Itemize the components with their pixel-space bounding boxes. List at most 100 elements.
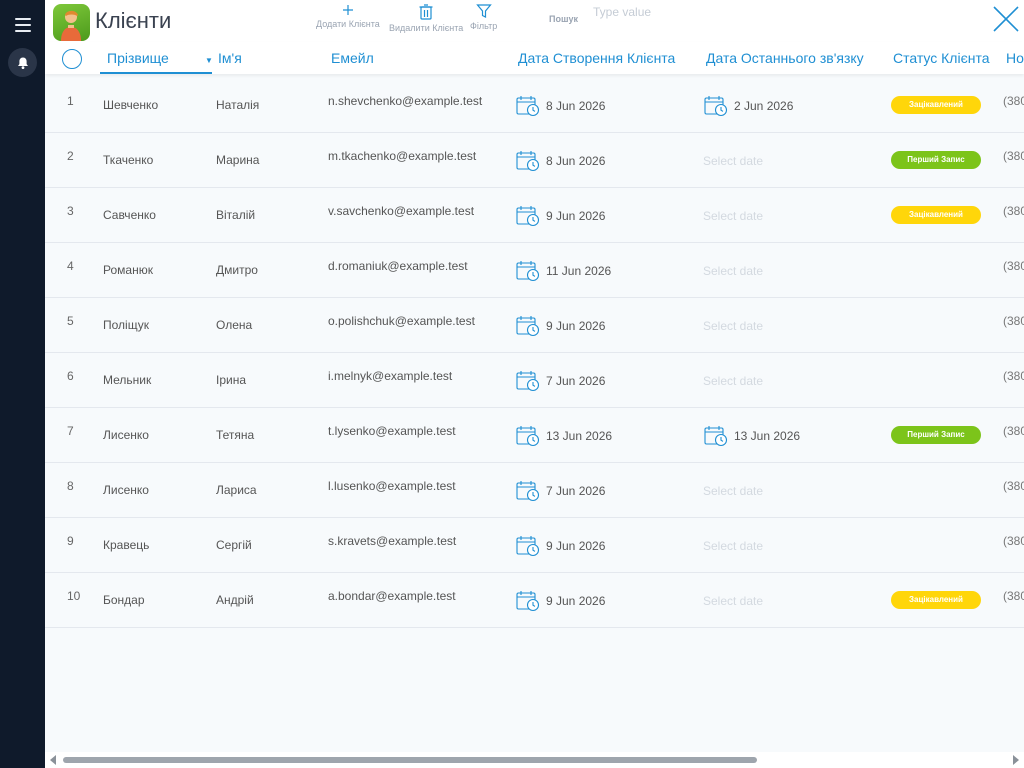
calendar-clock-icon[interactable] [704,425,728,447]
phone-cell: (380 [1003,149,1024,163]
filter-icon [475,4,492,18]
scrollbar-thumb[interactable] [63,757,757,763]
table-row[interactable]: 3 Савченко Віталій v.savchenko@example.test… [45,188,1024,243]
last-contact-date-picker[interactable]: Select date [703,484,763,498]
first-name-cell: Наталія [216,98,260,112]
calendar-clock-icon[interactable] [516,205,540,227]
email-cell: s.kravets@example.test [328,534,457,548]
first-name-cell: Тетяна [216,428,255,442]
created-date-cell: 8 Jun 2026 [546,154,606,168]
bell-icon [17,57,28,69]
row-number: 2 [67,149,74,163]
close-button[interactable] [991,4,1021,34]
calendar-clock-icon[interactable] [516,150,540,172]
phone-cell: (380 [1003,589,1024,603]
horizontal-scrollbar[interactable] [45,752,1024,768]
phone-cell: (380 [1003,259,1024,273]
search-input[interactable] [591,4,845,20]
scroll-left-icon[interactable] [50,755,56,765]
first-name-cell: Андрій [216,593,254,607]
status-badge[interactable]: Зацікавлений [891,96,981,114]
last-contact-date-picker[interactable]: Select date [703,319,763,333]
delete-client-button[interactable]: Видалити Клієнта [389,3,463,33]
notifications-button[interactable] [8,48,37,77]
column-header-created[interactable]: Дата Створення Клієнта [518,50,675,66]
calendar-clock-icon[interactable] [516,480,540,502]
last-name-cell: Кравець [103,538,150,552]
header: Клієнти Додати Клієнта Видалити Клієнта … [45,0,1024,42]
table-row[interactable]: 7 Лисенко Тетяна t.lysenko@example.test 13 J… [45,408,1024,463]
column-header-email[interactable]: Емейл [331,50,374,66]
last-contact-date-picker[interactable]: Select date [703,154,763,168]
phone-cell: (380 [1003,479,1024,493]
calendar-clock-icon[interactable] [516,535,540,557]
table-row[interactable]: 2 Ткаченко Марина m.tkachenko@example.test 8… [45,133,1024,188]
select-all-checkbox[interactable] [62,49,82,69]
table-header: Прізвище ▼ Ім'я Емейл Дата Створення Клі… [45,42,1024,74]
column-header-first-name[interactable]: Ім'я [218,50,242,66]
calendar-clock-icon[interactable] [516,95,540,117]
calendar-clock-icon[interactable] [704,95,728,117]
last-contact-date-cell[interactable]: 13 Jun 2026 [734,429,800,443]
created-date-cell: 7 Jun 2026 [546,484,606,498]
email-cell: o.polishchuk@example.test [328,314,475,328]
last-contact-date-cell[interactable]: 2 Jun 2026 [734,99,793,113]
sort-descending-icon[interactable]: ▼ [205,56,213,65]
table-row[interactable]: 1 Шевченко Наталія n.shevchenko@example.tes… [45,78,1024,133]
last-contact-date-picker[interactable]: Select date [703,374,763,388]
row-number: 9 [67,534,74,548]
created-date-cell: 7 Jun 2026 [546,374,606,388]
first-name-cell: Дмитро [216,263,258,277]
email-cell: m.tkachenko@example.test [328,149,477,163]
last-name-cell: Ткаченко [103,153,154,167]
table-row[interactable]: 5 Поліщук Олена o.polishchuk@example.test 9 … [45,298,1024,353]
main-panel: Клієнти Додати Клієнта Видалити Клієнта … [45,0,1024,768]
row-number: 7 [67,424,74,438]
calendar-clock-icon[interactable] [516,590,540,612]
table-row[interactable]: 6 Мельник Ірина i.melnyk@example.test 7 Jun … [45,353,1024,408]
last-name-cell: Мельник [103,373,152,387]
created-date-cell: 9 Jun 2026 [546,209,606,223]
last-contact-date-picker[interactable]: Select date [703,594,763,608]
last-contact-date-picker[interactable]: Select date [703,539,763,553]
status-badge[interactable]: Перший Запис [891,426,981,444]
row-number: 5 [67,314,74,328]
table-row[interactable]: 4 Романюк Дмитро d.romaniuk@example.test 11 … [45,243,1024,298]
filter-button[interactable]: Фільтр [470,3,497,31]
status-badge[interactable]: Перший Запис [891,151,981,169]
created-date-cell: 11 Jun 2026 [546,264,612,278]
last-name-cell: Савченко [103,208,156,222]
delete-client-label: Видалити Клієнта [389,23,464,33]
calendar-clock-icon[interactable] [516,370,540,392]
table-row[interactable]: 10 Бондар Андрій a.bondar@example.test 9 Jun… [45,573,1024,628]
first-name-cell: Ірина [216,373,247,387]
created-date-cell: 9 Jun 2026 [546,539,606,553]
row-number: 1 [67,94,74,108]
scroll-right-icon[interactable] [1013,755,1019,765]
row-number: 10 [67,589,81,603]
person-avatar-icon [53,4,90,41]
status-badge[interactable]: Зацікавлений [891,206,981,224]
email-cell: i.melnyk@example.test [328,369,453,383]
last-contact-date-picker[interactable]: Select date [703,209,763,223]
calendar-clock-icon[interactable] [516,315,540,337]
phone-cell: (380 [1003,94,1024,108]
first-name-cell: Віталій [216,208,256,222]
add-client-button[interactable]: Додати Клієнта [316,3,380,29]
first-name-cell: Сергій [216,538,252,552]
phone-cell: (380 [1003,204,1024,218]
email-cell: v.savchenko@example.test [328,204,475,218]
last-contact-date-picker[interactable]: Select date [703,264,763,278]
calendar-clock-icon[interactable] [516,260,540,282]
column-header-last-name[interactable]: Прізвище [107,50,169,66]
calendar-clock-icon[interactable] [516,425,540,447]
column-header-status[interactable]: Статус Клієнта [893,50,990,66]
menu-icon[interactable] [15,18,31,32]
last-name-cell: Бондар [103,593,145,607]
last-name-cell: Поліщук [103,318,149,332]
table-row[interactable]: 9 Кравець Сергій s.kravets@example.test 9 Ju… [45,518,1024,573]
table-row[interactable]: 8 Лисенко Лариса l.lusenko@example.test 7 Ju… [45,463,1024,518]
column-header-last-contact[interactable]: Дата Останнього зв'язку [706,50,864,66]
column-header-phone[interactable]: Но [1006,50,1024,66]
status-badge[interactable]: Зацікавлений [891,591,981,609]
